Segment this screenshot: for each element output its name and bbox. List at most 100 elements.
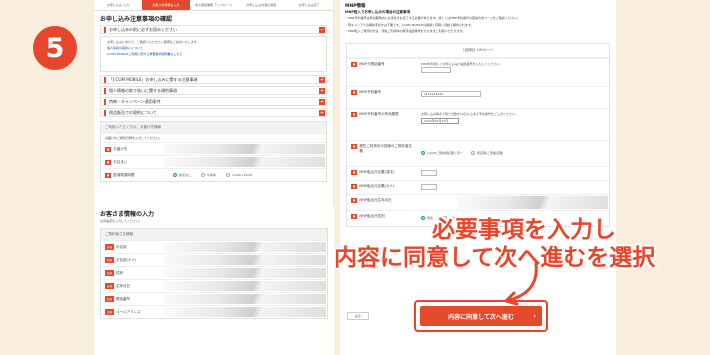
redacted-field[interactable] <box>163 293 327 305</box>
step-2-current: お客さま情報を入力 <box>141 0 190 11</box>
accordion-installment[interactable]: 個品販売での契約について + <box>100 108 327 117</box>
accordion-label: お申し込みの前に必ずお読みください <box>109 26 177 32</box>
row-label: 必須 お名前(カナ) <box>105 257 137 263</box>
kana-row: 必須 お名前(カナ) <box>101 253 327 266</box>
delivery-time-row: ■ 配達希望時間 指定なし 午前中 14:00〜16:00 <box>101 168 326 181</box>
row-label: ■ お届け先 <box>105 146 128 152</box>
expand-icon[interactable]: + <box>319 110 325 116</box>
back-button[interactable]: 戻る <box>347 312 369 320</box>
contract-name-row: ■ 現在ご利用中の回線のご契約者名義 J:COMご契約者名義と同一 別名義(ご家族… <box>347 139 609 166</box>
accordion-jcom-notes[interactable]: 「J:COM MOBILE」お申し込みに関する注意事項 + <box>100 75 327 84</box>
step-progress-bar: お申し込み 入力 お客さま情報を入力 本人確認書類 アップロード お申し込み内容… <box>94 0 333 11</box>
mnp-bullet: ・MNP転入ご希望の方は、現在ご利用中の携帯電話番号をそのままご利用いただけます… <box>345 29 466 33</box>
other-name-radio[interactable]: 別名義(ご家族名義) <box>470 151 503 155</box>
expiry-date-select[interactable]: 2023年05月31日 <box>421 117 459 124</box>
required-badge: ■ <box>351 169 358 175</box>
row-label: ■ MNP転出元性別 <box>351 213 385 219</box>
accordion-campaign[interactable]: 特典・キャンペーン適用条件 + <box>100 97 327 106</box>
required-badge: ■ <box>351 61 358 67</box>
required-badge: ■ <box>105 159 112 165</box>
delivery-form: ご利用いただく方の、お届け先情報 お届けのご希望日時を入力してください。 ■ お届… <box>100 121 327 182</box>
expand-icon[interactable]: + <box>319 88 325 94</box>
redacted-field[interactable] <box>163 280 327 292</box>
required-badge: ■ <box>351 89 358 95</box>
row-value <box>417 167 609 180</box>
accordion-privacy[interactable]: 個人情報の取り扱いに関する規約事項 + <box>100 86 327 95</box>
row-label: ■ MNP元電話番号 <box>351 61 385 67</box>
row-label: ■ MNP予約番号 <box>351 89 382 95</box>
customer-info-panel: お客さま情報の入力 必須事項を入力してください。 ご契約者さま情報 必須 お名前 … <box>94 206 334 355</box>
required-badge: ■ <box>105 146 112 152</box>
time-radio[interactable]: 午前中 <box>201 173 216 177</box>
row-label: 必須 生年月日 <box>105 283 131 289</box>
row-value: MNPを利用してお申し込みの電話番号を入力してください。 <box>417 59 609 86</box>
redacted-field[interactable] <box>163 306 327 318</box>
accent-mark <box>104 76 106 83</box>
accent-mark <box>104 87 106 94</box>
step-5: お申し込み完了 <box>285 0 333 11</box>
collapse-icon[interactable]: − <box>319 27 325 33</box>
row-label: 必須 電話番号 <box>105 296 131 302</box>
row-label: ■ お住まい <box>105 159 128 165</box>
time-radio[interactable]: 指定なし <box>173 173 191 177</box>
time-radio[interactable]: 14:00〜16:00 <box>226 173 252 177</box>
step-number-badge: 5 <box>33 26 77 70</box>
step-1: お申し込み 入力 <box>94 0 142 11</box>
accordion-label: 個品販売での契約について <box>109 109 157 115</box>
mnp-phone-input[interactable] <box>421 66 451 73</box>
birthdate-row: 必須 生年月日 <box>101 279 327 292</box>
form-note: お届けのご希望日時を入力してください。 <box>105 136 162 140</box>
same-name-radio[interactable]: J:COMご契約者名義と同一 <box>421 151 463 155</box>
row-label: ■ MNP予約番号の有効期限 <box>351 111 399 117</box>
row-label: ■ 現在ご利用中の回線のご契約者名義 <box>351 143 412 153</box>
accordion-label: 特典・キャンペーン適用条件 <box>109 98 161 104</box>
customer-form: ご契約者さま情報 必須 お名前 必須 お名前(カナ) 必須 性別 必須 生年月日 必須電… <box>100 228 328 319</box>
required-badge: ■ <box>105 172 112 178</box>
row-label: ■ MNP転出元生年月日 <box>351 197 392 203</box>
form-note-row: お届けのご希望日時を入力してください。 <box>101 133 326 142</box>
redacted-field[interactable] <box>163 267 327 279</box>
step-4: お申し込み内容の確認 <box>237 0 286 11</box>
mnp-expiry-row: ■ MNP予約番号の有効期限 お申し込み時点で残り日数が10日以上ある予約番号をご… <box>347 107 609 140</box>
row-label: 必須 メールアドレス <box>105 309 141 315</box>
must-read-content: お申し込みにあたり、ご確認いただきたい事項をご案内いたします。 個人情報の取扱い… <box>100 36 327 72</box>
customer-title: お客さま情報の入力 <box>100 211 155 218</box>
gender-row: 必須 性別 <box>101 266 327 279</box>
form-header: ご利用いただく方の、お届け先情報 <box>101 122 326 133</box>
step-3: 本人確認書類 アップロード <box>189 0 238 11</box>
row-label: ■ MNP転出元名義(漢字) <box>351 169 395 175</box>
name-row: 必須 お名前 <box>101 240 327 253</box>
mnp-reservation-input[interactable]: 1111111111 <box>421 90 481 97</box>
phone-row: 必須 電話番号 <box>101 292 327 305</box>
accent-mark <box>104 109 106 116</box>
required-badge: ■ <box>351 111 358 117</box>
required-badge: 必須 <box>105 244 115 250</box>
required-badge: ■ <box>351 143 358 149</box>
delivery-row: ■ お届け先 <box>101 142 326 155</box>
privacy-link[interactable]: 個人情報の取扱いについて <box>107 46 320 50</box>
required-badge: 必須 <box>105 270 115 276</box>
accent-mark <box>104 26 106 33</box>
notice-text: お申し込みにあたり、ご確認いただきたい事項をご案内いたします。 <box>107 40 200 44</box>
redacted-field[interactable] <box>163 241 327 253</box>
mnp-reservation-row: ■ MNP予約番号 1111111111 <box>347 85 609 108</box>
required-badge: 必須 <box>105 257 115 263</box>
expand-icon[interactable]: + <box>319 77 325 83</box>
accordion-must-read[interactable]: お申し込みの前に必ずお読みください − <box>100 25 327 34</box>
email-row: 必須 メールアドレス <box>101 305 327 318</box>
confirmation-panel: お申し込み 入力 お客さま情報を入力 本人確認書類 アップロード お申し込み内容… <box>94 0 334 220</box>
accordion-label: 個人情報の取り扱いに関する規約事項 <box>109 87 177 93</box>
field-note: お申し込み時点で残り日数が10日以上ある予約番号をご入力ください。 <box>421 111 518 116</box>
important-doc-link[interactable]: J:COM MOBILEご利用に関する重要事項説明書はこちら <box>107 52 320 56</box>
customer-subtitle: 必須事項を入力してください。 <box>100 219 142 223</box>
row-label: ■ MNP転出元名義(カナ) <box>351 183 395 189</box>
redacted-field[interactable] <box>417 195 609 210</box>
sim-caption: 1回線目 SIMカード <box>347 44 609 58</box>
redacted-field[interactable] <box>163 254 327 266</box>
expand-icon[interactable]: + <box>319 99 325 105</box>
field-note: MNPを利用してお申し込みの電話番号を入力してください。 <box>421 61 503 66</box>
row-value: J:COMご契約者名義と同一 別名義(ご家族名義) <box>417 141 609 166</box>
required-badge: 必須 <box>105 296 115 302</box>
mnp-kanji-row: ■ MNP転出元名義(漢字) <box>347 165 609 180</box>
accordion-label: 「J:COM MOBILE」お申し込みに関する注意事項 <box>109 76 198 82</box>
